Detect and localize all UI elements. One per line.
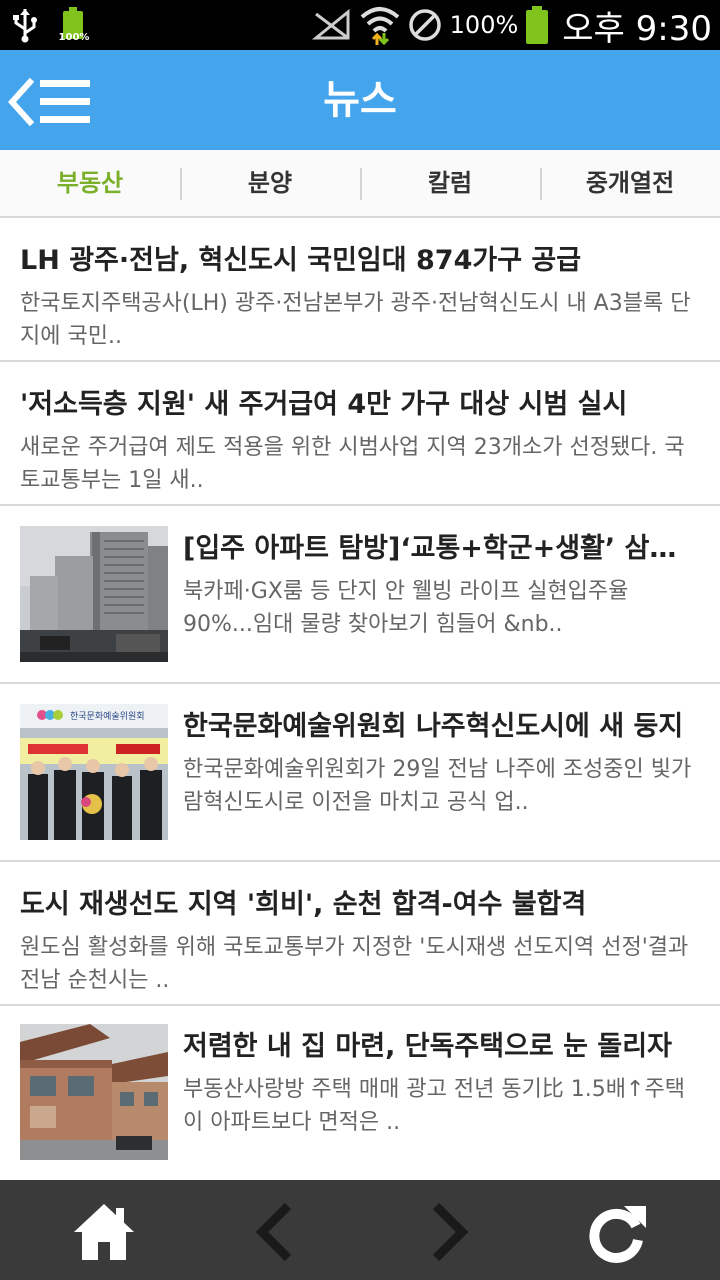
news-summary: 새로운 주거급여 제도 적용을 위한 시범사업 지역 23개소가 선정됐다. 국… — [20, 435, 685, 493]
news-item[interactable]: 도시 재생선도 지역 '희비', 순천 합격-여수 불합격 원도심 활성화를 위… — [0, 862, 720, 1006]
status-bar: 100% 100% 오후 9:30 — [0, 0, 720, 50]
battery-small-label: 100% — [58, 32, 90, 43]
news-item[interactable]: [입주 아파트 탐방]‘교통+학군+생활’ 삼박자 갖춘... 북카페·GX룸 … — [0, 506, 720, 684]
app-header: 뉴스 — [0, 50, 720, 150]
apartment-photo — [20, 526, 168, 662]
news-title: '저소득층 지원' 새 주거급여 4만 가구 대상 시범 실시 — [20, 389, 628, 420]
no-signal-icon — [311, 8, 350, 40]
category-tabs: 부동산 분양 칼럼 중개열전 — [0, 150, 720, 218]
house-photo — [20, 1024, 168, 1160]
chevron-right-icon[interactable] — [416, 1200, 480, 1264]
ceremony-photo: 한국문화예술위원회 — [20, 704, 168, 840]
wifi-icon — [360, 7, 399, 45]
do-not-disturb-icon — [408, 9, 441, 41]
news-list: LH 광주·전남, 혁신도시 국민임대 874가구 공급 한국토지주택공사(LH… — [0, 218, 720, 1180]
battery-small-icon: 100% — [58, 6, 89, 44]
news-title: 저렴한 내 집 마련, 단독주택으로 눈 돌리자 — [183, 1031, 672, 1062]
news-item[interactable]: '저소득층 지원' 새 주거급여 4만 가구 대상 시범 실시 새로운 주거급여… — [0, 362, 720, 506]
tab-column[interactable]: 칼럼 — [360, 150, 540, 216]
clock: 오후 9:30 — [562, 8, 712, 49]
tab-real-estate[interactable]: 부동산 — [0, 150, 180, 216]
news-summary: 원도심 활성화를 위해 국토교통부가 지정한 '도시재생 선도지역 선정'결과 … — [20, 935, 689, 993]
bottom-nav-bar — [0, 1180, 720, 1280]
news-summary: 한국문화예술위원회가 29일 전남 나주에 조성중인 빛가람혁신도시로 이전을 … — [183, 757, 692, 815]
home-icon[interactable] — [72, 1200, 136, 1264]
news-title: LH 광주·전남, 혁신도시 국민임대 874가구 공급 — [20, 245, 582, 276]
news-item[interactable]: LH 광주·전남, 혁신도시 국민임대 874가구 공급 한국토지주택공사(LH… — [0, 218, 720, 362]
usb-icon — [13, 9, 37, 43]
chevron-left-icon[interactable] — [244, 1200, 308, 1264]
refresh-icon[interactable] — [584, 1200, 648, 1264]
news-summary: 북카페·GX룸 등 단지 안 웰빙 라이프 실현입주율 90%...임대 물량 … — [183, 579, 629, 637]
news-item[interactable]: 한국문화예술위원회 한국문화예술위원회 나주혁신도시에 새 둥지 한국문화예술위… — [0, 684, 720, 862]
page-title: 뉴스 — [323, 77, 397, 123]
battery-icon — [526, 6, 549, 44]
news-summary: 한국토지주택공사(LH) 광주·전남본부가 광주·전남혁신도시 내 A3블록 단… — [20, 291, 691, 349]
tab-sales[interactable]: 분양 — [180, 150, 360, 216]
ceremony-sign-text: 한국문화예술위원회 — [70, 711, 145, 722]
battery-percent: 100% — [449, 11, 519, 39]
news-title: [입주 아파트 탐방]‘교통+학군+생활’ 삼박자 갖춘... — [183, 533, 700, 564]
news-title: 도시 재생선도 지역 '희비', 순천 합격-여수 불합격 — [20, 889, 587, 920]
news-summary: 부동산사랑방 주택 매매 광고 전년 동기比 1.5배↑주택이 아파트보다 면적… — [183, 1077, 685, 1135]
tab-broker-stories[interactable]: 중개열전 — [540, 150, 720, 216]
news-title: 한국문화예술위원회 나주혁신도시에 새 둥지 — [183, 711, 684, 742]
news-item[interactable]: 저렴한 내 집 마련, 단독주택으로 눈 돌리자 부동산사랑방 주택 매매 광고… — [0, 1006, 720, 1180]
